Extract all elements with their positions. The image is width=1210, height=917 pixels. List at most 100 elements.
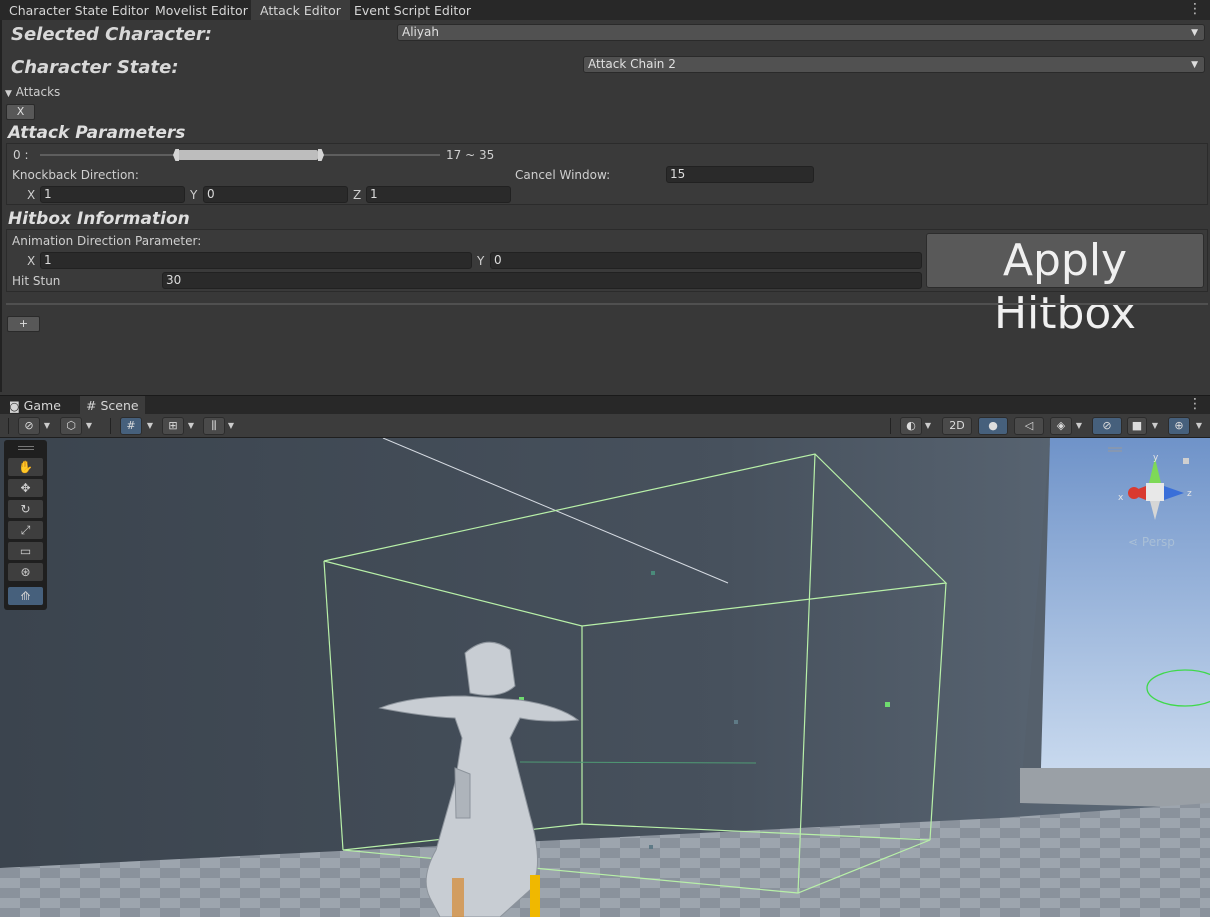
tab-character-state-editor[interactable]: Character State Editor <box>0 0 158 20</box>
animation-direction-y-field[interactable]: 0 <box>490 252 922 269</box>
tab-scene-label: Scene <box>100 398 139 413</box>
knockback-y-field[interactable]: 0 <box>203 186 348 203</box>
scale-tool-icon[interactable]: ⤢ <box>8 521 43 539</box>
knockback-x-label: X <box>27 188 36 202</box>
gizmo-axis-z-label: z <box>1187 489 1192 499</box>
move-tool-icon[interactable]: ✥ <box>8 479 43 497</box>
window-menu-icon[interactable]: ⋮ <box>1188 396 1202 412</box>
character-state-label: Character State: <box>11 57 179 78</box>
cancel-window-label: Cancel Window: <box>515 168 611 182</box>
toolbar-separator <box>8 418 9 434</box>
gizmo-handle <box>530 875 540 917</box>
chevron-down-icon[interactable]: ▼ <box>40 417 54 435</box>
apply-hitbox-button[interactable]: Apply Hitbox <box>926 233 1204 339</box>
hitbox-handle <box>649 845 653 849</box>
scene-toolbar: ⊘ ▼ ⬡ ▼ # ▼ ⊞ ▼ ⫼ ▼ ◐ ▼ 2D ● ◁ ◈ ▼ ⊘ ■ ▼… <box>0 414 1210 438</box>
character-state-dropdown[interactable]: Attack Chain 2 ▼ <box>583 56 1205 73</box>
gizmo-axis-y-label: y <box>1153 453 1159 463</box>
knockback-z-label: Z <box>353 188 362 202</box>
toolbar-separator <box>890 418 891 434</box>
effects-icon[interactable]: ◈ <box>1050 417 1072 435</box>
scene-render: y x z <box>0 438 1210 917</box>
gizmo-axis-x-label: x <box>1118 493 1124 503</box>
hit-stun-field[interactable]: 30 <box>162 272 922 289</box>
animation-direction-x-label: X <box>27 254 36 268</box>
window-menu-icon[interactable]: ⋮ <box>1188 1 1202 17</box>
selected-character-dropdown[interactable]: Aliyah ▼ <box>397 24 1205 41</box>
attacks-foldout[interactable]: ▼ Attacks <box>5 85 60 99</box>
selected-character-value: Aliyah <box>402 25 439 39</box>
selected-character-label: Selected Character: <box>11 24 212 45</box>
toggle-2d-button[interactable]: 2D <box>942 417 972 435</box>
chevron-down-icon[interactable]: ▼ <box>1148 417 1162 435</box>
chevron-down-icon[interactable]: ▼ <box>143 417 157 435</box>
section-divider <box>6 303 1208 305</box>
hitbox-information-title: Hitbox Information <box>8 209 190 229</box>
cancel-window-field[interactable]: 15 <box>666 166 814 183</box>
knockback-z-field[interactable]: 1 <box>366 186 511 203</box>
scene-distant-floor <box>1020 768 1210 808</box>
tab-movelist-editor[interactable]: Movelist Editor <box>146 0 257 20</box>
projection-label: Persp <box>1141 535 1175 549</box>
chevron-down-icon[interactable]: ▼ <box>82 417 96 435</box>
scene-viewport[interactable]: y x z <box>0 438 1210 917</box>
hand-tool-icon[interactable]: ✋ <box>8 458 43 476</box>
hitbox-handle <box>651 571 655 575</box>
knockback-y-label: Y <box>190 188 198 202</box>
lighting-icon[interactable]: ● <box>978 417 1008 435</box>
scene-sky <box>1030 438 1210 768</box>
transform-tool-icon[interactable]: ⊛ <box>8 563 43 581</box>
attacks-foldout-label: Attacks <box>15 85 61 99</box>
add-attack-button[interactable]: + <box>7 316 40 332</box>
toolbar-separator <box>110 418 111 434</box>
hitbox-handle <box>885 702 890 707</box>
hitbox-handle <box>734 720 738 724</box>
animation-direction-y-label: Y <box>477 254 485 268</box>
frame-range-slider-fill[interactable] <box>178 150 318 160</box>
animation-direction-x-field[interactable]: 1 <box>40 252 472 269</box>
rotate-tool-icon[interactable]: ↻ <box>8 500 43 518</box>
tab-game[interactable]: ◙ Game <box>3 396 67 415</box>
scene-tab-bar: ◙ Game # Scene ⋮ <box>0 395 1210 415</box>
chevron-down-icon: ▼ <box>1191 28 1198 38</box>
hit-stun-label: Hit Stun <box>12 274 61 288</box>
chevron-down-icon[interactable]: ▼ <box>1072 417 1086 435</box>
editor-tab-bar: Character State Editor Movelist Editor A… <box>0 0 1210 20</box>
tab-attack-editor[interactable]: Attack Editor <box>251 0 350 20</box>
drag-handle-icon[interactable] <box>18 449 34 450</box>
tab-game-label: Game <box>23 398 61 413</box>
animation-direction-label: Animation Direction Parameter: <box>12 234 202 248</box>
hash-icon: # <box>86 398 97 413</box>
projection-toggle[interactable]: ⋖ Persp <box>1128 535 1175 549</box>
grid-visibility-icon[interactable]: ⊞ <box>162 417 184 435</box>
custom-tool-icon[interactable]: ⟰ <box>8 587 43 605</box>
remove-attack-button[interactable]: X <box>6 104 35 120</box>
chevron-left-icon: ⋖ <box>1128 535 1139 549</box>
grid-snap-icon[interactable]: # <box>120 417 142 435</box>
chevron-down-icon: ▼ <box>1191 60 1198 70</box>
audio-mute-icon[interactable]: ◁ <box>1014 417 1044 435</box>
frame-range-label: 0 : <box>13 148 29 162</box>
character-state-value: Attack Chain 2 <box>588 57 676 71</box>
frame-range-value: 17 ~ 35 <box>446 148 495 162</box>
knockback-direction-label: Knockback Direction: <box>12 168 139 182</box>
foldout-arrow-icon: ▼ <box>5 89 12 99</box>
tab-scene[interactable]: # Scene <box>80 396 145 415</box>
drag-handle-icon[interactable] <box>18 446 34 447</box>
chevron-down-icon[interactable]: ▼ <box>224 417 238 435</box>
gizmos-icon[interactable]: ⊕ <box>1168 417 1190 435</box>
rect-tool-icon[interactable]: ▭ <box>8 542 43 560</box>
increment-snap-icon[interactable]: ⫼ <box>203 417 225 435</box>
knockback-x-field[interactable]: 1 <box>40 186 185 203</box>
gizmo-toggle-icon[interactable]: ⊘ <box>18 417 40 435</box>
camera-icon[interactable]: ■ <box>1127 417 1147 435</box>
chevron-down-icon[interactable]: ▼ <box>184 417 198 435</box>
scene-visibility-icon[interactable]: ⊘ <box>1092 417 1122 435</box>
cube-orientation-icon[interactable]: ⬡ <box>60 417 82 435</box>
tab-event-script-editor[interactable]: Event Script Editor <box>345 0 480 20</box>
shading-mode-icon[interactable]: ◐ <box>900 417 922 435</box>
scene-tool-palette: ✋ ✥ ↻ ⤢ ▭ ⊛ ⟰ <box>4 440 47 610</box>
attack-parameters-title: Attack Parameters <box>8 123 186 143</box>
chevron-down-icon[interactable]: ▼ <box>1192 417 1206 435</box>
chevron-down-icon[interactable]: ▼ <box>921 417 935 435</box>
